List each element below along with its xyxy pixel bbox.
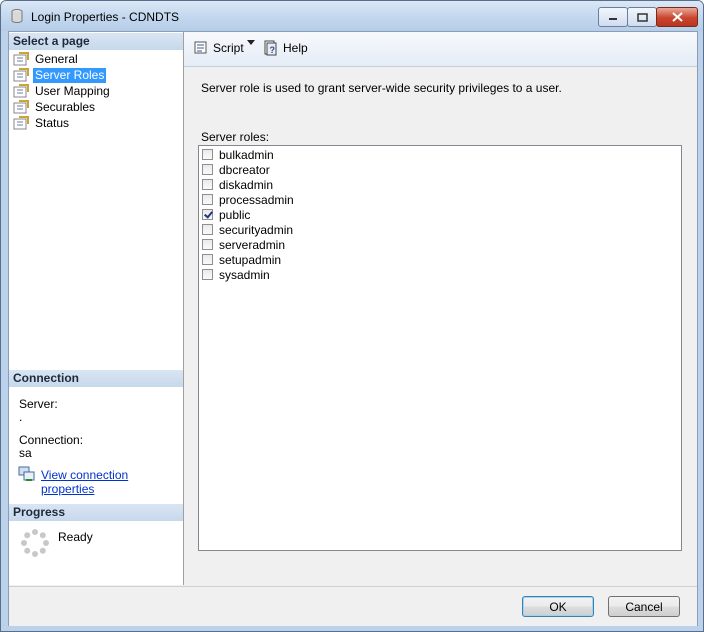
role-item-sysadmin[interactable]: sysadmin bbox=[202, 267, 270, 282]
ok-button[interactable]: OK bbox=[522, 596, 594, 617]
role-checkbox[interactable] bbox=[202, 254, 213, 265]
role-checkbox[interactable] bbox=[202, 224, 213, 235]
role-label: setupadmin bbox=[219, 252, 282, 267]
page-item-label: General bbox=[35, 51, 78, 66]
role-item-bulkadmin[interactable]: bulkadmin bbox=[202, 147, 274, 162]
page-icon bbox=[13, 100, 29, 114]
page-icon bbox=[13, 68, 29, 82]
select-page-header: Select a page bbox=[9, 33, 183, 50]
toolbar: Script ? Help bbox=[184, 32, 697, 67]
help-icon: ? bbox=[264, 40, 277, 56]
role-label: bulkadmin bbox=[219, 147, 274, 162]
role-checkbox[interactable] bbox=[202, 269, 213, 280]
dialog-client: Select a page General Server Roles User … bbox=[8, 31, 698, 626]
role-label: processadmin bbox=[219, 192, 294, 207]
role-item-serveradmin[interactable]: serveradmin bbox=[202, 237, 285, 252]
left-panel: Select a page General Server Roles User … bbox=[9, 32, 184, 585]
page-description: Server role is used to grant server-wide… bbox=[201, 81, 562, 95]
minimize-icon bbox=[609, 18, 617, 20]
script-dropdown[interactable] bbox=[247, 40, 256, 46]
page-icon bbox=[13, 84, 29, 98]
role-checkbox[interactable] bbox=[202, 149, 213, 160]
page-item-user-mapping[interactable]: User Mapping bbox=[13, 83, 112, 99]
page-item-label: Status bbox=[35, 115, 70, 130]
role-item-public[interactable]: public bbox=[202, 207, 250, 222]
page-item-status[interactable]: Status bbox=[13, 115, 71, 131]
connection-value: sa bbox=[19, 446, 32, 460]
role-item-processadmin[interactable]: processadmin bbox=[202, 192, 294, 207]
page-item-securables[interactable]: Securables bbox=[13, 99, 97, 115]
role-item-securityadmin[interactable]: securityadmin bbox=[202, 222, 293, 237]
cancel-button[interactable]: Cancel bbox=[608, 596, 680, 617]
role-checkbox[interactable] bbox=[202, 209, 213, 220]
maximize-button[interactable] bbox=[627, 7, 657, 27]
role-label: securityadmin bbox=[219, 222, 294, 237]
page-item-label: Securables bbox=[35, 99, 96, 114]
page-icon bbox=[13, 116, 29, 130]
page-item-label: Server Roles bbox=[33, 67, 107, 83]
database-icon bbox=[11, 9, 23, 23]
script-label: Script bbox=[213, 41, 244, 55]
role-item-diskadmin[interactable]: diskadmin bbox=[202, 177, 273, 192]
role-label: public bbox=[219, 207, 251, 222]
server-value: . bbox=[19, 410, 23, 424]
login-properties-window: Login Properties - CDNDTS Select a page … bbox=[0, 0, 704, 632]
role-checkbox[interactable] bbox=[202, 194, 213, 205]
role-checkbox[interactable] bbox=[202, 164, 213, 175]
svg-text:?: ? bbox=[270, 45, 276, 55]
view-connection-properties-link[interactable]: View connection properties bbox=[41, 468, 183, 496]
server-roles-list[interactable]: bulkadmin dbcreator diskadmin processadm… bbox=[198, 145, 682, 551]
role-checkbox[interactable] bbox=[202, 179, 213, 190]
page-icon bbox=[13, 52, 29, 66]
role-label: serveradmin bbox=[219, 237, 286, 252]
connection-header: Connection bbox=[9, 370, 183, 387]
close-button[interactable] bbox=[656, 7, 698, 27]
role-label: dbcreator bbox=[219, 162, 270, 177]
page-item-general[interactable]: General bbox=[13, 51, 80, 67]
progress-status: Ready bbox=[58, 530, 93, 544]
role-item-dbcreator[interactable]: dbcreator bbox=[202, 162, 270, 177]
page-item-label: User Mapping bbox=[35, 83, 110, 98]
role-label: diskadmin bbox=[219, 177, 274, 192]
maximize-icon bbox=[636, 12, 648, 22]
script-icon bbox=[194, 41, 207, 54]
minimize-button[interactable] bbox=[598, 7, 628, 27]
server-label: Server: bbox=[19, 397, 58, 411]
role-label: sysadmin bbox=[219, 267, 270, 282]
server-roles-page: Server role is used to grant server-wide… bbox=[184, 67, 697, 585]
role-checkbox[interactable] bbox=[202, 239, 213, 250]
server-roles-label: Server roles: bbox=[201, 130, 270, 144]
chevron-down-icon bbox=[247, 40, 255, 45]
role-item-setupadmin[interactable]: setupadmin bbox=[202, 252, 281, 267]
window-title: Login Properties - CDNDTS bbox=[31, 10, 180, 24]
script-button[interactable]: Script bbox=[192, 40, 244, 56]
close-icon bbox=[671, 12, 683, 22]
title-bar: Login Properties - CDNDTS bbox=[1, 1, 703, 31]
page-item-server-roles[interactable]: Server Roles bbox=[13, 67, 107, 83]
progress-spinner-icon bbox=[21, 529, 49, 557]
connection-properties-icon bbox=[18, 466, 35, 481]
progress-header: Progress bbox=[9, 504, 183, 521]
connection-label: Connection: bbox=[19, 433, 84, 447]
help-button[interactable]: ? Help bbox=[263, 40, 308, 56]
help-label: Help bbox=[283, 41, 308, 55]
button-bar: OK Cancel bbox=[9, 586, 697, 626]
